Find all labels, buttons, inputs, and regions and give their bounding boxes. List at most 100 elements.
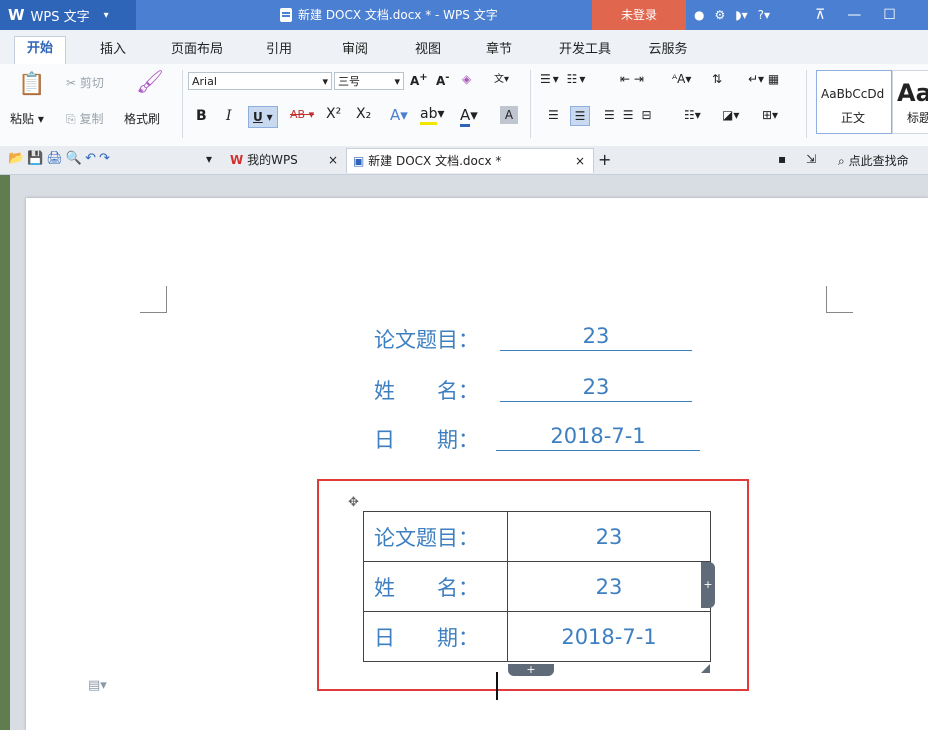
tab-document-label: 新建 DOCX 文档.docx * — [368, 154, 502, 168]
table-cell-label[interactable]: 论文题目： — [363, 511, 508, 562]
skin-icon[interactable]: ● — [694, 8, 704, 22]
document-page[interactable]: 论文题目： 23 姓 名： 23 日 期： 2018-7-1 ✥ 论文题目： 2… — [26, 198, 928, 730]
menu-bar: 开始 插入 页面布局 引用 审阅 视图 章节 开发工具 云服务 — [0, 30, 928, 65]
tab-page-layout[interactable]: 页面布局 — [160, 38, 234, 64]
maximize-button[interactable]: ☐ — [883, 7, 896, 23]
info-table[interactable]: 论文题目： 23 姓 名： 23 日 期： 2018-7-1 — [363, 511, 711, 662]
sort-icon[interactable]: ⇅ — [712, 72, 722, 86]
add-column-button[interactable]: + — [701, 562, 715, 608]
chevron-down-icon: ▾ — [103, 9, 109, 21]
char-shading-icon[interactable]: A — [500, 106, 518, 124]
font-color-icon[interactable]: A▾ — [460, 106, 478, 127]
strikethrough-button[interactable]: AB ▾ — [290, 108, 314, 121]
search-placeholder: 点此查找命 — [848, 154, 909, 168]
margin-mark-right — [826, 286, 853, 313]
copy-button[interactable]: ⎘ 复制 — [66, 110, 103, 127]
border-icon[interactable]: ⊞▾ — [762, 108, 778, 122]
font-size-value: 三号 — [338, 75, 360, 88]
italic-button[interactable]: I — [226, 108, 232, 124]
chevron-down-icon[interactable]: ▾ — [206, 152, 212, 166]
document-tab-bar: 📂💾🖨🔍↶↷ ▾ W 我的WPS × ▣ 新建 DOCX 文档.docx * ×… — [0, 146, 928, 175]
comment-icon[interactable]: ▪ — [778, 152, 786, 166]
table-move-handle-icon[interactable]: ✥ — [348, 495, 359, 510]
table-row: 姓 名： 23 — [363, 561, 711, 612]
bullet-list-icon[interactable]: ☰▾ ☷▾ — [540, 72, 587, 86]
subscript-button[interactable]: X₂ — [356, 106, 371, 122]
phonetic-icon[interactable]: 文▾ — [494, 70, 509, 85]
table-cell-value[interactable]: 23 — [507, 511, 711, 562]
table-resize-handle-icon[interactable] — [701, 664, 710, 673]
table-cell-label[interactable]: 姓 名： — [363, 561, 508, 612]
line-title-value: 23 — [582, 324, 610, 348]
window-controls: ⊼ — ☐ — [815, 0, 896, 30]
format-painter-button[interactable]: 格式刷 — [124, 110, 160, 127]
style-heading[interactable]: Aa 标题 — [892, 70, 928, 134]
text-cursor — [496, 672, 498, 700]
table-cell-value[interactable]: 2018-7-1 — [507, 611, 711, 662]
line-spacing-icon[interactable]: ☷▾ — [684, 108, 701, 122]
quick-access-icons[interactable]: 📂💾🖨🔍↶↷ — [8, 151, 113, 166]
login-button[interactable]: 未登录 — [592, 0, 686, 30]
line-title-label: 论文题目： — [374, 328, 479, 352]
bold-button[interactable]: B — [196, 108, 207, 124]
window-title-text: 新建 DOCX 文档.docx * - WPS 文字 — [298, 8, 498, 22]
paste-icon[interactable]: 📋 — [18, 72, 45, 97]
fill-color-icon[interactable]: ◪▾ — [722, 108, 739, 122]
style-normal-preview: AaBbCcDd — [821, 87, 885, 101]
case-icon[interactable]: ᴬA▾ — [672, 72, 691, 86]
tab-developer[interactable]: 开发工具 — [548, 38, 622, 64]
tab-cloud[interactable]: 云服务 — [638, 38, 698, 64]
tab-my-wps-label: 我的WPS — [247, 153, 298, 167]
align-center-icon[interactable]: ☰ — [570, 106, 590, 126]
help-icon[interactable]: ?▾ — [758, 8, 770, 22]
table-cell-label[interactable]: 日 期： — [363, 611, 508, 662]
text-effect-icon[interactable]: A▾ — [390, 106, 408, 124]
style-normal-label: 正文 — [841, 111, 866, 125]
style-normal[interactable]: AaBbCcDd 正文 — [816, 70, 892, 134]
feedback-icon[interactable]: ◗▾ — [735, 8, 747, 22]
paragraph-mark-icon[interactable]: ↵▾ ▦ — [748, 72, 779, 86]
table-cell-value[interactable]: 23 — [507, 561, 711, 612]
tab-document[interactable]: ▣ 新建 DOCX 文档.docx * × — [346, 148, 594, 173]
underline-button[interactable]: U ▾ — [248, 106, 278, 128]
tab-section[interactable]: 章节 — [474, 38, 524, 64]
clear-format-icon[interactable]: ◈ — [462, 72, 471, 86]
tab-insert[interactable]: 插入 — [88, 38, 138, 64]
tab-view[interactable]: 视图 — [403, 38, 453, 64]
copy-icon: ⎘ — [66, 112, 76, 126]
search-icon: ⌕ — [838, 154, 845, 168]
tab-reference[interactable]: 引用 — [254, 38, 304, 64]
tab-home[interactable]: 开始 — [14, 36, 66, 65]
close-icon[interactable]: × — [328, 148, 338, 172]
share-icon[interactable]: ⇲ — [806, 152, 816, 166]
cut-button[interactable]: ✂ 剪切 — [66, 74, 104, 91]
page-options-icon[interactable]: ▤▾ — [88, 678, 107, 693]
underline — [500, 401, 692, 402]
grow-font-button[interactable]: A+ — [410, 72, 428, 88]
close-icon[interactable]: × — [575, 149, 585, 173]
align-right-icon[interactable]: ☰☰⊟ — [604, 108, 660, 122]
minimize-button[interactable]: — — [847, 7, 861, 23]
paste-button[interactable]: 粘贴 ▾ — [10, 110, 44, 127]
font-size-select[interactable]: 三号 ▾ — [334, 72, 404, 90]
pin-icon[interactable]: ⊼ — [815, 7, 825, 23]
brush-icon[interactable]: 🖌 — [136, 70, 164, 95]
tab-my-wps[interactable]: W 我的WPS × — [224, 148, 344, 172]
highlight-icon[interactable]: ab▾ — [420, 106, 445, 125]
settings-icon[interactable]: ⚙ — [714, 8, 725, 22]
app-menu-button[interactable]: W WPS 文字 ▾ — [0, 0, 136, 30]
shrink-font-button[interactable]: A- — [436, 72, 449, 88]
search-box[interactable]: ⌕ 点此查找命 — [838, 152, 909, 169]
divider — [806, 70, 807, 138]
divider — [530, 70, 531, 138]
align-left-icon[interactable]: ☰ — [548, 108, 564, 122]
desktop-edge — [0, 175, 10, 730]
add-row-button[interactable]: + — [508, 664, 554, 676]
tab-review[interactable]: 审阅 — [330, 38, 380, 64]
indent-icon[interactable]: ⇤ ⇥ — [620, 72, 644, 86]
divider — [182, 70, 183, 138]
superscript-button[interactable]: X² — [326, 106, 341, 122]
new-tab-button[interactable]: + — [598, 150, 611, 169]
copy-label: 复制 — [79, 112, 104, 126]
font-name-select[interactable]: Arial ▾ — [188, 72, 332, 90]
